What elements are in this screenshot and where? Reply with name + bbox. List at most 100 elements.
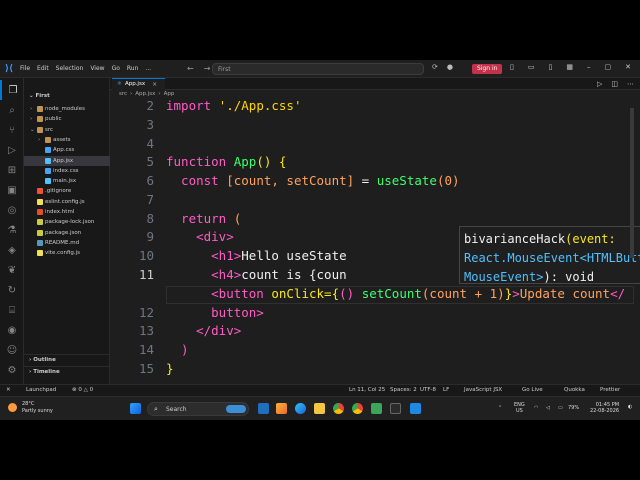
- layout-panel-icon[interactable]: ▭: [528, 63, 535, 71]
- breadcrumb-folder[interactable]: src: [119, 91, 127, 97]
- start-button-icon[interactable]: [130, 403, 141, 414]
- layout-customize-icon[interactable]: ▦: [566, 63, 573, 71]
- chrome-profile-icon[interactable]: [352, 403, 363, 414]
- battery-icon[interactable]: ▭: [558, 405, 563, 411]
- cursor-position[interactable]: Ln 11, Col 25: [349, 387, 385, 393]
- more-actions-icon[interactable]: ⋯: [627, 80, 634, 88]
- timeline-section[interactable]: › Timeline: [24, 366, 110, 376]
- menu-more[interactable]: ...: [145, 65, 151, 72]
- file-tree-item[interactable]: › public: [24, 114, 62, 124]
- language-mode[interactable]: JavaScript JSX: [464, 387, 502, 393]
- github-icon[interactable]: ◉: [0, 320, 24, 340]
- notifications-icon[interactable]: ◐: [628, 404, 632, 410]
- edge-browser-icon[interactable]: [295, 403, 306, 414]
- mongodb-icon[interactable]: ❦: [0, 260, 24, 280]
- file-tree-item[interactable]: vite.config.js: [24, 248, 80, 258]
- prettier-status[interactable]: Prettier: [600, 387, 620, 393]
- clock[interactable]: 01:45 PM 22-08-2026: [590, 402, 619, 414]
- vscode-taskbar-icon[interactable]: [410, 403, 421, 414]
- wifi-icon[interactable]: ◠: [534, 405, 538, 411]
- file-tree-item[interactable]: index.html: [24, 207, 74, 217]
- file-tree-item[interactable]: main.jsx: [24, 176, 76, 186]
- problems-status[interactable]: ⊗ 0 △ 0: [72, 387, 93, 393]
- weather-temp: 28°C: [22, 401, 35, 407]
- encoding-status[interactable]: UTF-8: [420, 387, 436, 393]
- back-arrow-icon[interactable]: ←: [187, 64, 194, 73]
- explorer-icon[interactable]: ❐: [0, 80, 24, 100]
- forward-arrow-icon[interactable]: →: [204, 64, 211, 73]
- remote-indicator-icon[interactable]: ✕: [6, 387, 11, 393]
- tab-app-jsx[interactable]: ⚛ App.jsx ×: [112, 78, 166, 90]
- app-green-icon[interactable]: [371, 403, 382, 414]
- source-control-icon[interactable]: ⑂: [0, 120, 24, 140]
- volume-icon[interactable]: ◁: [546, 405, 550, 411]
- widgets-app-icon[interactable]: [276, 403, 287, 414]
- database-icon[interactable]: ⌸: [0, 300, 24, 320]
- tray-overflow-icon[interactable]: ⌃: [498, 405, 502, 411]
- live-share-icon[interactable]: ↻: [0, 280, 24, 300]
- remote-explorer-icon[interactable]: ▣: [0, 180, 24, 200]
- minimize-icon[interactable]: –: [587, 63, 591, 71]
- split-editor-icon[interactable]: ◫: [611, 80, 618, 88]
- file-tree-item[interactable]: eslint.config.js: [24, 197, 85, 207]
- account-icon[interactable]: ●: [447, 63, 453, 71]
- command-center-search[interactable]: First: [212, 63, 424, 75]
- settings-gear-icon[interactable]: ⚙: [0, 360, 24, 380]
- file-icon: [37, 188, 43, 195]
- layout-sidebar-icon[interactable]: ▯: [510, 63, 514, 71]
- terminal-icon[interactable]: [390, 403, 401, 414]
- search-icon[interactable]: ⌕: [0, 100, 24, 120]
- file-tree-item[interactable]: README.md: [24, 238, 79, 248]
- breadcrumb-file[interactable]: App.jsx: [135, 91, 155, 97]
- menu-bar: File Edit Selection View Go Run ...: [20, 65, 151, 72]
- quokka-status[interactable]: Quokka: [564, 387, 585, 393]
- copilot-icon[interactable]: ⟳: [432, 63, 438, 71]
- testing-icon[interactable]: ⚗: [0, 220, 24, 240]
- chrome-icon[interactable]: [333, 403, 344, 414]
- file-tree-item[interactable]: .gitignore: [24, 186, 71, 196]
- close-tab-icon[interactable]: ×: [152, 79, 157, 90]
- accounts-icon[interactable]: ☺: [0, 340, 24, 360]
- file-explorer-icon[interactable]: [314, 403, 325, 414]
- eol-status[interactable]: LF: [443, 387, 449, 393]
- menu-selection[interactable]: Selection: [56, 65, 84, 72]
- menu-file[interactable]: File: [20, 65, 30, 72]
- menu-edit[interactable]: Edit: [37, 65, 49, 72]
- language-indicator[interactable]: ENG US: [514, 402, 525, 414]
- sign-in-button[interactable]: Sign in: [472, 64, 503, 74]
- menu-go[interactable]: Go: [112, 65, 120, 72]
- vertical-scrollbar[interactable]: [630, 108, 634, 258]
- file-tree-item[interactable]: ⌄ src: [24, 125, 53, 135]
- file-tree-item[interactable]: › assets: [24, 135, 71, 145]
- go-live-button[interactable]: Go Live: [522, 387, 543, 393]
- layout-secondary-icon[interactable]: ▯: [548, 63, 552, 71]
- explorer-root[interactable]: ⌄ First: [24, 93, 110, 103]
- outline-section[interactable]: › Outline: [24, 354, 110, 364]
- breadcrumb-symbol[interactable]: App: [164, 91, 175, 97]
- nav-arrows: ← →: [187, 64, 210, 73]
- run-icon[interactable]: ▷: [597, 80, 602, 88]
- indentation-status[interactable]: Spaces: 2: [390, 387, 417, 393]
- close-window-icon[interactable]: ✕: [625, 63, 631, 71]
- file-tree-item[interactable]: App.css: [24, 145, 74, 155]
- code-editor[interactable]: 2 3 4 5 6 7 8 9 10 11 12 13 14 15 import './App.css' …: [110, 98, 640, 384]
- extensions-icon[interactable]: ⊞: [0, 160, 24, 180]
- file-tree-item[interactable]: App.jsx: [24, 155, 110, 166]
- maximize-icon[interactable]: ▢: [604, 63, 611, 71]
- file-tree-item[interactable]: index.css: [24, 166, 79, 176]
- file-tree-item[interactable]: package-lock.json: [24, 217, 94, 227]
- launchpad-status[interactable]: Launchpad: [26, 387, 56, 393]
- task-view-icon[interactable]: [258, 403, 269, 414]
- menu-run[interactable]: Run: [127, 65, 139, 72]
- menu-view[interactable]: View: [90, 65, 104, 72]
- run-debug-icon[interactable]: ▷: [0, 140, 24, 160]
- code-line-11: <button onClick={() setCount(count + 1)}…: [166, 286, 626, 301]
- file-tree-item[interactable]: › node_modules: [24, 104, 85, 114]
- file-tree-item[interactable]: package.json: [24, 228, 81, 238]
- taskbar-search-placeholder: Search: [166, 406, 187, 413]
- clock-date: 22-08-2026: [590, 408, 620, 414]
- line-number: 13: [138, 323, 154, 338]
- gitlens-icon[interactable]: ◎: [0, 200, 24, 220]
- taskbar-search[interactable]: ⌕ Search: [147, 402, 249, 416]
- docker-icon[interactable]: ◈: [0, 240, 24, 260]
